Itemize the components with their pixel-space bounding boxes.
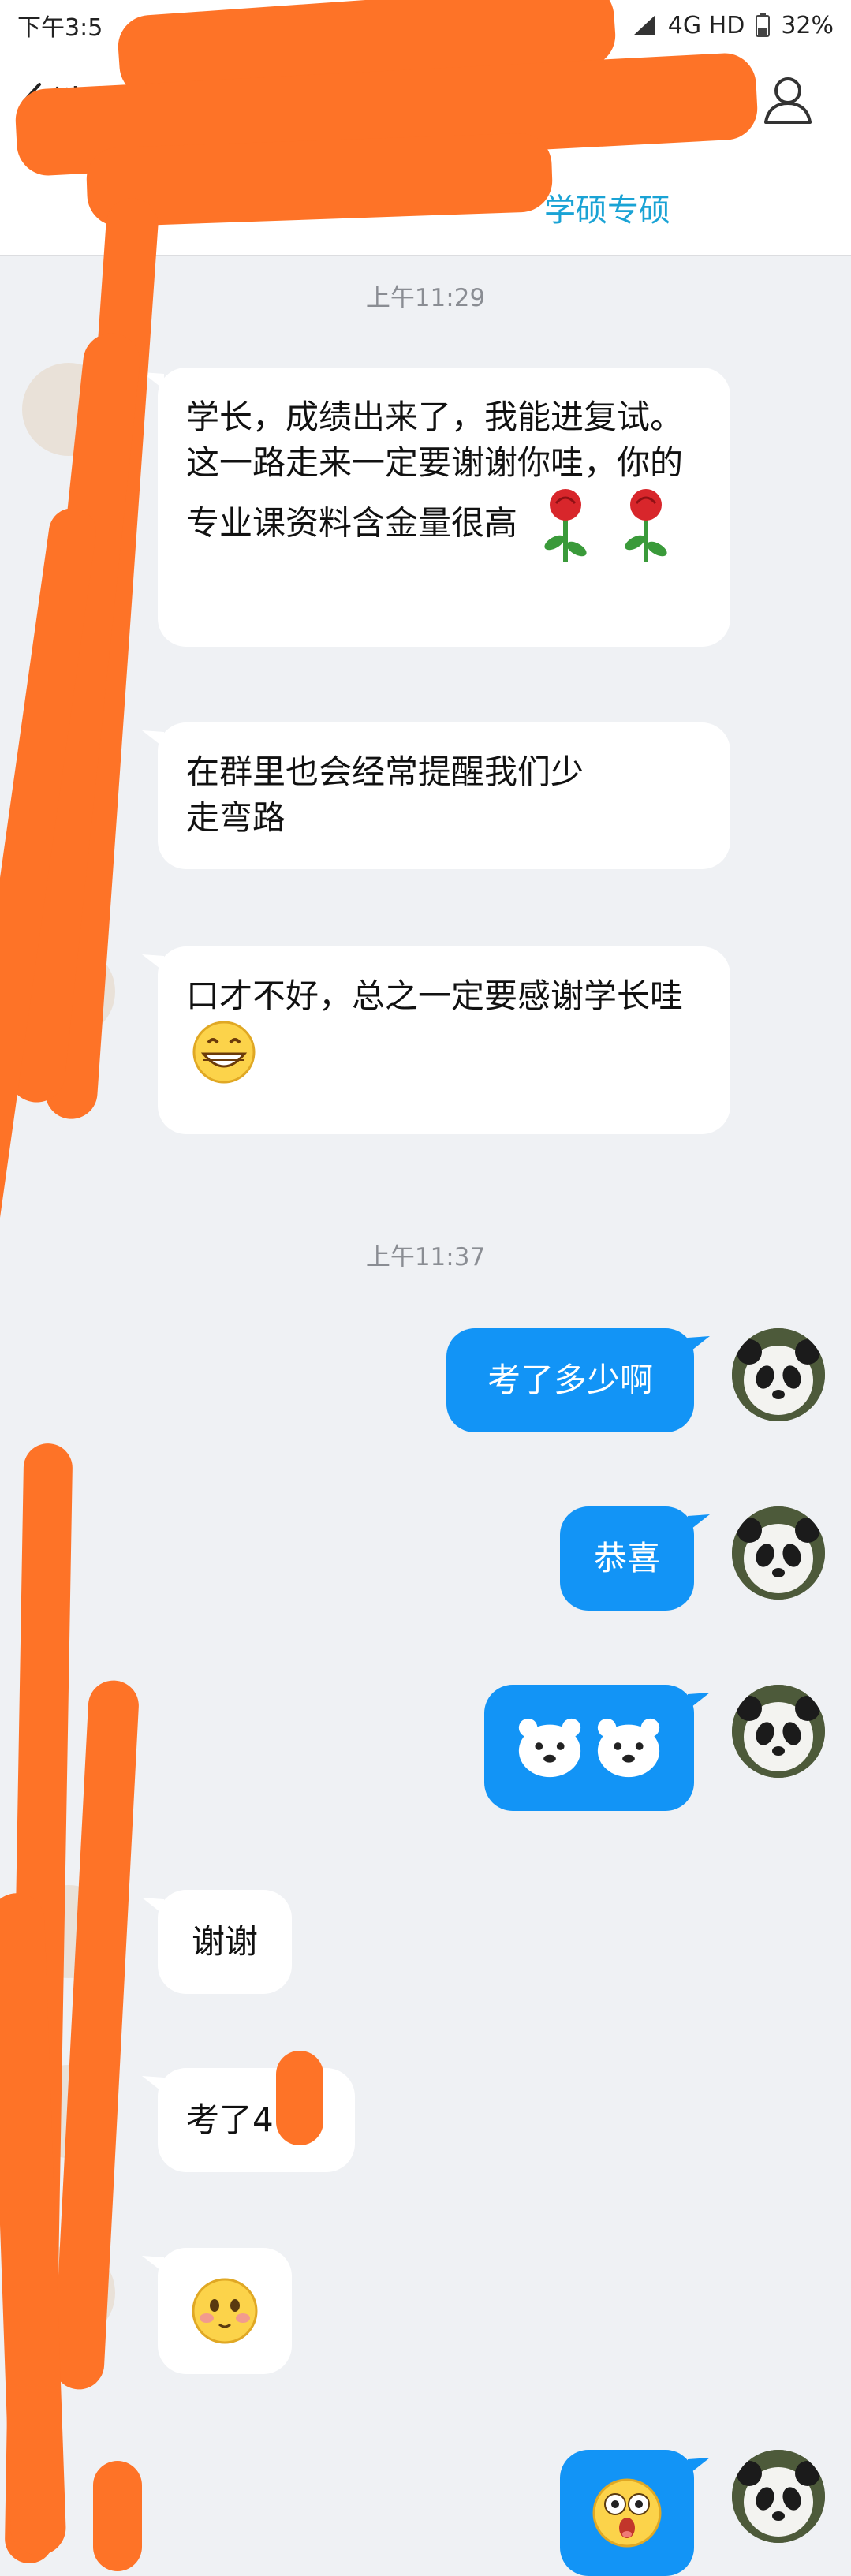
grinning-emoji-icon [192, 1021, 256, 1084]
person-outline-icon [764, 77, 812, 124]
redaction-left-7 [93, 2461, 142, 2571]
battery-percent: 32% [781, 11, 834, 39]
bubble-tail [688, 2458, 710, 2475]
message-text: 恭喜 [593, 1539, 660, 1577]
message-bubble-incoming[interactable]: 学长，成绩出来了，我能进复试。这一路走来一定要谢谢你哇，你的专业课资料含金量很高 [158, 368, 730, 647]
message-bubble-outgoing[interactable]: 考了多少啊 [446, 1328, 694, 1432]
time-divider: 上午11:37 [365, 1243, 486, 1271]
signal-icon [633, 15, 655, 35]
panda-avatar-image [732, 1328, 825, 1421]
rose-emoji-icon [625, 489, 667, 562]
message-text: 在群里也会经常提醒我们少走弯路 [186, 752, 584, 837]
message-bubble-incoming[interactable]: 口才不好，总之一定要感谢学长哇 [158, 946, 730, 1134]
panda-avatar-image [732, 1506, 825, 1600]
message-text: 学长，成绩出来了，我能进复试。这一路走来一定要谢谢你哇，你的专业课资料含金量很高 [186, 398, 684, 543]
my-avatar-panda[interactable] [732, 1685, 825, 1778]
group-tag-link[interactable]: 学硕专硕 [544, 185, 670, 230]
shocked-emoji-icon [592, 2478, 662, 2548]
message-bubble-outgoing[interactable] [484, 1685, 694, 1811]
status-indicators: 4G HD 32% [632, 12, 834, 39]
message-text: 谢谢 [191, 1922, 258, 1961]
bubble-tail [688, 1336, 710, 1353]
status-time: 下午3:5 [17, 14, 103, 42]
message-bubble-outgoing[interactable]: 恭喜 [560, 1506, 694, 1611]
message-bubble-incoming[interactable]: 谢谢 [158, 1890, 292, 1994]
message-bubble-outgoing[interactable] [560, 2450, 694, 2576]
blushing-emoji-icon [192, 2278, 258, 2344]
message-text: 口才不好，总之一定要感谢学长哇 [186, 976, 684, 1015]
my-avatar-panda[interactable] [732, 1328, 825, 1421]
my-avatar-panda[interactable] [732, 1506, 825, 1600]
bubble-tail [688, 1693, 710, 1710]
polar-bear-sticker-icon [597, 1718, 660, 1778]
bubble-tail [688, 1514, 710, 1532]
message-text: 考了多少啊 [487, 1361, 653, 1399]
battery-icon [756, 13, 771, 37]
message-text: 考了4 [186, 2100, 274, 2139]
profile-button[interactable] [756, 68, 819, 131]
panda-avatar-image [732, 1685, 825, 1778]
message-bubble-incoming[interactable] [158, 2248, 292, 2374]
message-bubble-incoming[interactable]: 考了4 [158, 2068, 355, 2172]
network-label: 4G HD [667, 11, 745, 39]
my-avatar-panda[interactable] [732, 2450, 825, 2543]
panda-avatar-image [732, 2450, 825, 2543]
redaction-score [276, 2051, 323, 2145]
polar-bear-sticker-icon [518, 1718, 581, 1778]
message-bubble-incoming[interactable]: 在群里也会经常提醒我们少走弯路 [158, 722, 730, 869]
rose-emoji-icon [544, 489, 587, 562]
